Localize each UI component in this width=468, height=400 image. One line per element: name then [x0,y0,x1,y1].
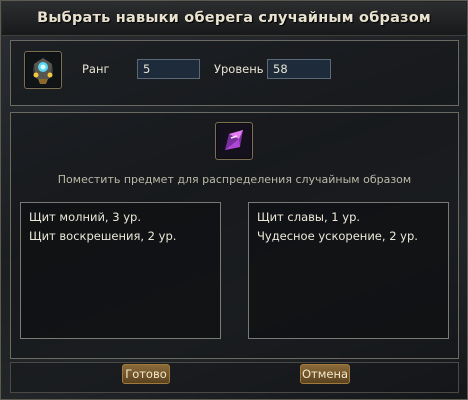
hint-text: Поместить предмет для распределения случ… [57,173,412,186]
list-item: Щит славы, 1 ур. [257,210,361,224]
window-title: Выбрать навыки оберега случайным образом [37,10,431,26]
title-bar[interactable]: Выбрать навыки оберега случайным образом [2,2,466,36]
cancel-button[interactable]: Отмена [300,364,350,384]
amulet-slot[interactable] [24,51,62,89]
rank-field: 5 [137,59,200,79]
button-bar [10,362,459,393]
dialog-window: Выбрать навыки оберега случайным образом… [0,0,468,400]
level-label: Уровень [214,62,264,76]
list-item: Щит молний, 3 ур. [29,210,141,224]
rank-label: Ранг [82,62,110,76]
amulet-icon [26,53,60,87]
level-field: 58 [267,59,331,79]
list-item: Чудесное ускорение, 2 ур. [257,229,418,243]
crystal-icon [217,124,251,158]
item-slot[interactable] [215,122,253,160]
list-item: Щит воскрешения, 2 ур. [29,229,177,243]
current-skills-list: Щит молний, 3 ур. Щит воскрешения, 2 ур. [20,202,221,339]
new-skills-list: Щит славы, 1 ур. Чудесное ускорение, 2 у… [248,202,449,339]
done-button[interactable]: Готово [122,364,170,384]
